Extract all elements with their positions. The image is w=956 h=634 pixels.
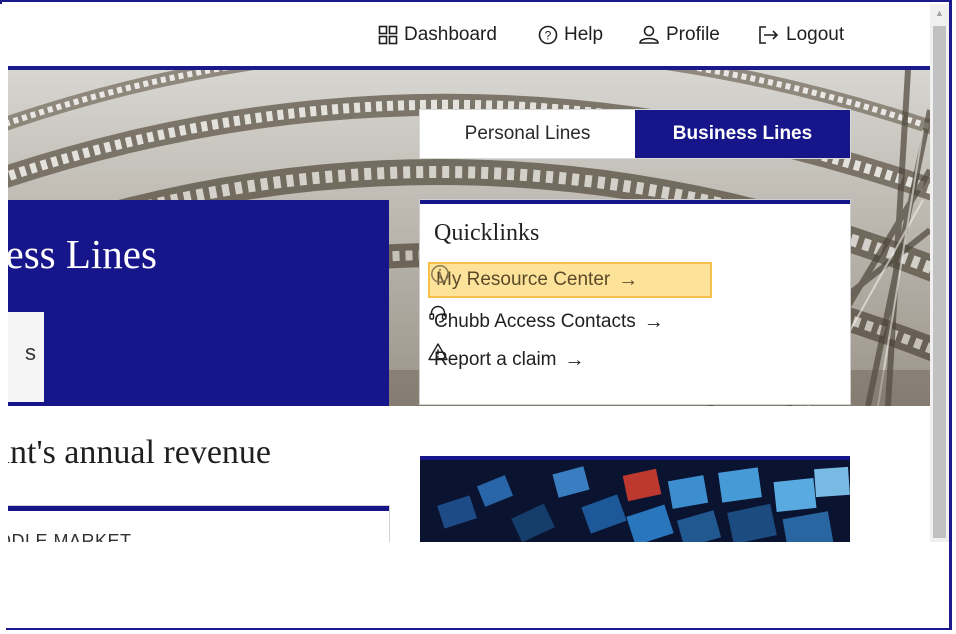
arrow-right-icon: → xyxy=(564,348,585,371)
nav-dashboard-label: Dashboard xyxy=(404,24,497,45)
nav-profile[interactable]: Profile xyxy=(638,22,720,48)
top-navigation: Dashboard ? Help Profile Logout xyxy=(8,4,930,66)
arrow-right-icon: → xyxy=(643,310,664,333)
quicklink-label: Report a claim xyxy=(434,349,557,370)
media-screens-image xyxy=(420,460,850,542)
arrow-right-icon: → xyxy=(618,268,639,291)
hero-sub-tab[interactable]: s xyxy=(8,312,44,402)
scrollbar-thumb[interactable] xyxy=(933,26,946,538)
vertical-scrollbar[interactable]: ▲ xyxy=(930,4,949,542)
headset-icon xyxy=(429,305,447,323)
nav-help-label: Help xyxy=(564,24,604,45)
empty-area xyxy=(8,542,948,628)
revenue-heading: unt's annual revenue xyxy=(8,434,272,471)
info-circle-icon xyxy=(431,265,449,283)
svg-text:?: ? xyxy=(545,29,552,43)
logout-icon xyxy=(759,26,779,44)
scroll-up-arrow-icon[interactable]: ▲ xyxy=(930,4,949,22)
quicklink-chubb-access-contacts[interactable]: Chubb Access Contacts → xyxy=(428,304,670,340)
nav-logout[interactable]: Logout xyxy=(758,22,844,48)
nav-help[interactable]: ? Help xyxy=(538,22,603,48)
help-icon: ? xyxy=(538,25,558,45)
hero-title-panel: ness Lines s xyxy=(8,200,389,406)
frame-edge xyxy=(0,4,6,630)
dashboard-icon xyxy=(378,25,398,45)
warning-icon xyxy=(428,343,448,361)
hero-sub-tab-label: s xyxy=(25,340,36,365)
quicklink-my-resource-center[interactable]: My Resource Center → xyxy=(428,262,712,298)
profile-icon xyxy=(639,25,659,44)
nav-profile-label: Profile xyxy=(666,24,720,45)
quicklinks-title: Quicklinks xyxy=(434,220,540,246)
media-promo-image[interactable] xyxy=(420,456,850,542)
nav-logout-label: Logout xyxy=(786,24,845,45)
quicklinks-panel: Quicklinks My Resource Center → Chubb Ac xyxy=(420,200,850,404)
lines-toggle: Personal Lines Business Lines xyxy=(420,110,850,158)
nav-dashboard[interactable]: Dashboard xyxy=(378,22,497,48)
page-viewport: Dashboard ? Help Profile Logout Personal… xyxy=(8,4,930,542)
hero-banner: Personal Lines Business Lines ness Lines… xyxy=(8,70,930,406)
business-lines-tab[interactable]: Business Lines xyxy=(635,110,850,158)
quicklink-label: Chubb Access Contacts xyxy=(434,311,636,332)
middle-market-card[interactable]: DDLE MARKET xyxy=(8,506,389,542)
quicklink-label: My Resource Center xyxy=(436,269,611,290)
middle-market-label: DDLE MARKET xyxy=(8,531,132,542)
quicklink-report-a-claim[interactable]: Report a claim → xyxy=(428,342,591,378)
personal-lines-tab[interactable]: Personal Lines xyxy=(420,110,635,158)
hero-title: ness Lines xyxy=(8,231,157,277)
